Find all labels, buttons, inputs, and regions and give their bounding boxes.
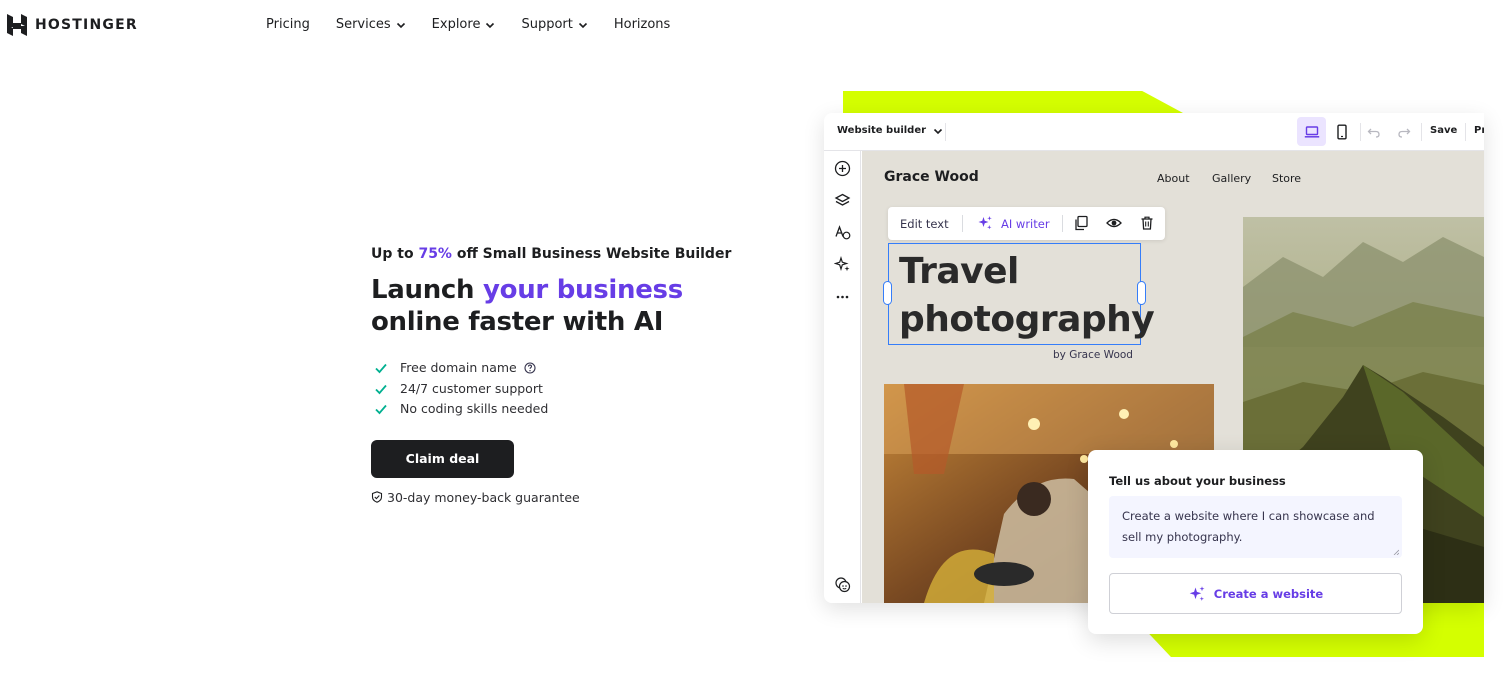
save-button[interactable]: Save xyxy=(1430,125,1457,136)
mobile-icon xyxy=(1336,124,1347,140)
discount-percent: 75% xyxy=(418,246,452,262)
ai-sparkle-icon xyxy=(1189,585,1205,601)
preview-button[interactable]: Pr xyxy=(1474,125,1484,136)
nav-item-pricing[interactable]: Pricing xyxy=(266,17,310,32)
site-header: HOSTINGER Pricing Services Explore Suppo… xyxy=(0,0,1508,52)
eyebrow-suffix: off Small Business Website Builder xyxy=(451,246,732,262)
add-element-icon[interactable] xyxy=(834,160,851,177)
duplicate-icon[interactable] xyxy=(1073,215,1089,231)
toolbar-divider xyxy=(1062,215,1063,232)
edit-text-button[interactable]: Edit text xyxy=(900,217,949,231)
brand-name: HOSTINGER xyxy=(35,17,138,33)
check-icon xyxy=(375,364,387,374)
ai-business-prompt-card: Tell us about your business Create a web… xyxy=(1088,450,1423,634)
feature-label: Free domain name xyxy=(400,360,517,375)
create-website-button[interactable]: Create a website xyxy=(1109,573,1402,614)
eyebrow-prefix: Up to xyxy=(371,246,419,262)
hostinger-logo[interactable]: HOSTINGER xyxy=(7,14,138,36)
undo-button[interactable] xyxy=(1359,117,1388,146)
business-description-textarea[interactable]: Create a website where I can showcase an… xyxy=(1109,496,1402,558)
laptop-icon xyxy=(1304,125,1319,138)
site-title[interactable]: Grace Wood xyxy=(884,169,979,185)
textarea-value: Create a website where I can showcase an… xyxy=(1122,509,1375,544)
chevron-down-icon xyxy=(578,22,587,28)
headline-part2: online faster with AI xyxy=(371,307,664,337)
nav-item-horizons[interactable]: Horizons xyxy=(614,17,670,32)
nav-label: Horizons xyxy=(613,17,671,32)
guarantee-text: 30-day money-back guarantee xyxy=(387,489,580,505)
chevron-down-icon xyxy=(486,22,495,28)
hero-headline: Launch your business online faster with … xyxy=(371,274,791,338)
feature-item: No coding skills needed xyxy=(371,399,791,420)
check-icon xyxy=(375,405,387,415)
text-edit-toolbar: Edit text AI writer xyxy=(888,207,1165,240)
nav-item-services[interactable]: Services xyxy=(336,17,406,32)
nav-label: Services xyxy=(335,17,391,32)
question-circle-icon[interactable] xyxy=(524,362,536,374)
hero-eyebrow: Up to 75% off Small Business Website Bui… xyxy=(371,246,791,262)
ai-writer-button[interactable]: AI writer xyxy=(1001,217,1050,231)
typography-colors-icon[interactable] xyxy=(834,224,851,241)
headline-accent: your business xyxy=(483,275,683,305)
chevron-down-icon xyxy=(933,128,943,134)
feature-label: No coding skills needed xyxy=(400,401,549,416)
redo-icon xyxy=(1397,128,1410,138)
feature-list: Free domain name 24/7 customer support N… xyxy=(371,358,791,420)
more-options-icon[interactable] xyxy=(834,288,851,305)
trash-icon[interactable] xyxy=(1139,215,1155,231)
hostinger-logo-icon xyxy=(7,14,27,36)
claim-deal-button[interactable]: Claim deal xyxy=(371,439,514,478)
assistant-icon[interactable] xyxy=(834,576,851,593)
nav-label: Pricing xyxy=(266,17,310,32)
feature-item: 24/7 customer support xyxy=(371,379,791,400)
builder-sidebar xyxy=(824,151,861,603)
visibility-eye-icon[interactable] xyxy=(1106,215,1122,231)
builder-toolbar: Website builder Save Pr xyxy=(824,113,1484,151)
toolbar-divider xyxy=(1465,123,1466,141)
resize-grip-icon[interactable] xyxy=(1393,549,1399,555)
builder-mode-select[interactable]: Website builder xyxy=(837,125,943,136)
nav-item-support[interactable]: Support xyxy=(521,17,587,32)
site-nav-store[interactable]: Store xyxy=(1272,172,1301,185)
resize-handle-left[interactable] xyxy=(883,281,892,305)
layers-icon[interactable] xyxy=(834,192,851,209)
redo-button[interactable] xyxy=(1389,117,1418,146)
headline-part1: Launch xyxy=(371,275,484,305)
feature-label: 24/7 customer support xyxy=(400,380,543,396)
feature-item: Free domain name xyxy=(371,358,791,379)
site-heading[interactable]: Travel photography xyxy=(899,248,1155,344)
toolbar-divider xyxy=(945,123,946,141)
undo-icon xyxy=(1367,128,1380,138)
check-icon xyxy=(375,384,387,395)
nav-label: Support xyxy=(521,17,573,32)
hero-section: Up to 75% off Small Business Website Bui… xyxy=(371,246,791,505)
mobile-view-button[interactable] xyxy=(1327,117,1356,146)
shield-check-icon xyxy=(371,491,383,503)
builder-mode-label: Website builder xyxy=(837,125,927,136)
nav-item-explore[interactable]: Explore xyxy=(432,17,496,32)
nav-label: Explore xyxy=(431,17,481,32)
site-nav-about[interactable]: About xyxy=(1157,172,1190,185)
site-nav-gallery[interactable]: Gallery xyxy=(1212,172,1251,185)
toolbar-divider xyxy=(1421,123,1422,141)
chevron-down-icon xyxy=(396,22,405,28)
ai-tools-sparkle-icon[interactable] xyxy=(834,256,851,273)
heading-line2: photography xyxy=(899,299,1155,340)
ai-sparkle-icon xyxy=(978,216,992,230)
create-website-label: Create a website xyxy=(1213,586,1324,601)
lime-accent-shape xyxy=(843,91,1183,113)
money-back-guarantee: 30-day money-back guarantee xyxy=(371,490,791,505)
ai-card-title: Tell us about your business xyxy=(1109,474,1286,488)
main-nav: Pricing Services Explore Support Horizon… xyxy=(266,17,696,32)
desktop-view-button[interactable] xyxy=(1297,117,1326,146)
heading-line1: Travel xyxy=(899,251,1019,292)
site-byline[interactable]: by Grace Wood xyxy=(1053,349,1133,361)
toolbar-divider xyxy=(962,215,963,232)
